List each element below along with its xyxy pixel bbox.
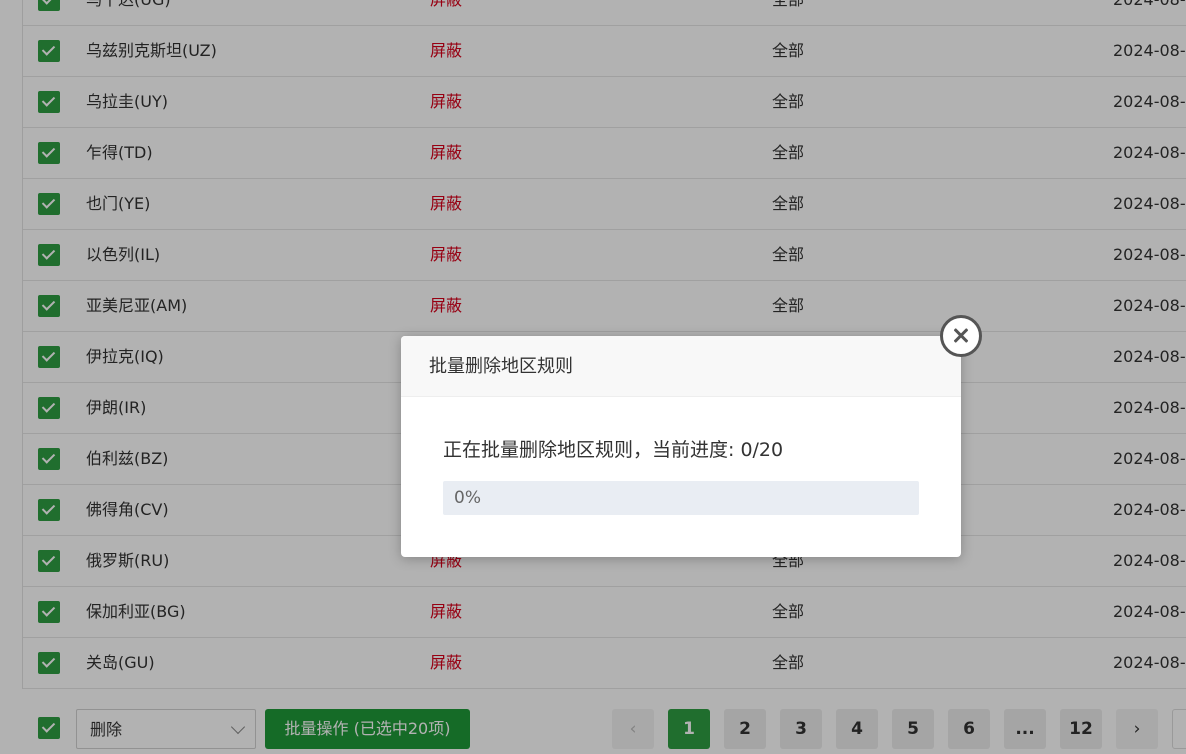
progress-percent: 0% <box>454 488 481 508</box>
progress-status-text: 正在批量删除地区规则，当前进度: 0/20 <box>443 439 784 461</box>
dialog-header: 批量删除地区规则 <box>401 336 961 397</box>
progress-bar: 0% <box>443 481 919 515</box>
batch-delete-dialog: 批量删除地区规则 正在批量删除地区规则，当前进度: 0/20 0% <box>401 336 961 557</box>
dialog-title: 批量删除地区规则 <box>429 356 573 377</box>
close-icon[interactable] <box>940 315 982 357</box>
